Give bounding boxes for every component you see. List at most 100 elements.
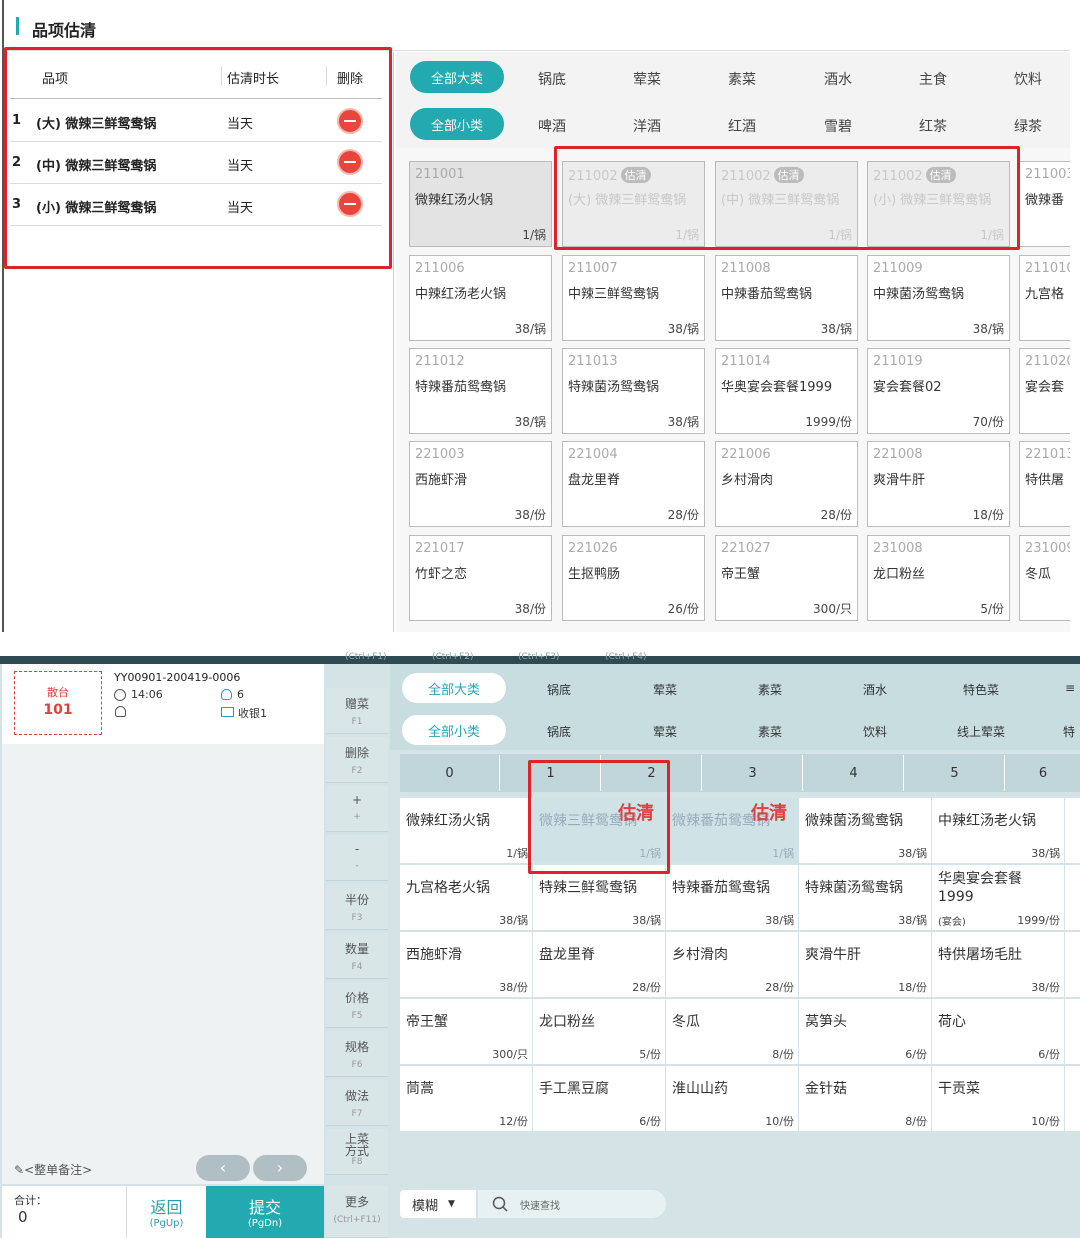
- menu-item-card[interactable]: 211010 九宫格: [1019, 255, 1070, 341]
- tab-all-big-categories[interactable]: 全部大类: [410, 61, 504, 93]
- menu-item-card[interactable]: 特辣三鲜鸳鸯锅 38/锅: [533, 865, 665, 930]
- cooking-method-button[interactable]: 做法 F7: [326, 1080, 388, 1126]
- number-key[interactable]: 0: [400, 755, 500, 791]
- tab-small-category[interactable]: 红酒: [712, 116, 772, 136]
- back-button[interactable]: 返回 (PgUp): [126, 1186, 206, 1238]
- menu-item-card[interactable]: 211003 微辣番: [1019, 161, 1070, 247]
- menu-item-card[interactable]: 金针菇 8/份: [799, 1066, 931, 1131]
- prev-page-button[interactable]: ‹: [196, 1155, 250, 1181]
- tab-big-category[interactable]: 锅底: [524, 681, 594, 698]
- menu-item-card[interactable]: 九宫格老火锅 38/锅: [400, 865, 532, 930]
- tab-small-category[interactable]: 荤菜: [630, 723, 700, 740]
- tab-big-category[interactable]: 酒水: [808, 69, 868, 89]
- number-key[interactable]: 4: [804, 755, 904, 791]
- menu-item-card[interactable]: 211008 中辣番茄鸳鸯锅 38/锅: [715, 255, 858, 341]
- serving-method-button[interactable]: 上菜方式 F8: [326, 1129, 388, 1175]
- tab-big-category[interactable]: 荤菜: [617, 69, 677, 89]
- menu-item-card[interactable]: 淮山山药 10/份: [666, 1066, 798, 1131]
- menu-item-card[interactable]: 221003 西施虾滑 38/份: [409, 441, 552, 527]
- next-page-button[interactable]: ›: [253, 1155, 307, 1181]
- tab-small-category[interactable]: 素菜: [735, 723, 805, 740]
- menu-item-card[interactable]: [1065, 932, 1080, 997]
- menu-item-card[interactable]: 211007 中辣三鲜鸳鸯锅 38/锅: [562, 255, 705, 341]
- menu-item-card[interactable]: [1065, 999, 1080, 1064]
- menu-item-card[interactable]: 211009 中辣菌汤鸳鸯锅 38/锅: [867, 255, 1010, 341]
- tab-big-category-more[interactable]: ≡: [1060, 681, 1080, 695]
- menu-item-card[interactable]: 手工黑豆腐 6/份: [533, 1066, 665, 1131]
- menu-item-card[interactable]: 231009 冬瓜: [1019, 535, 1070, 621]
- order-note[interactable]: ✎<整单备注>: [14, 1161, 92, 1178]
- menu-item-card[interactable]: 221008 爽滑牛肝 18/份: [867, 441, 1010, 527]
- tab-small-category[interactable]: 雪碧: [808, 116, 868, 136]
- menu-item-card[interactable]: 冬瓜 8/份: [666, 999, 798, 1064]
- menu-item-card[interactable]: 211006 中辣红汤老火锅 38/锅: [409, 255, 552, 341]
- menu-item-card[interactable]: 莴笋头 6/份: [799, 999, 931, 1064]
- menu-item-card[interactable]: 中辣红汤老火锅 38/锅: [932, 798, 1064, 863]
- menu-item-card[interactable]: 211012 特辣番茄鸳鸯锅 38/锅: [409, 348, 552, 434]
- menu-item-card[interactable]: 茼蒿 12/份: [400, 1066, 532, 1131]
- menu-item-card[interactable]: 干贡菜 10/份: [932, 1066, 1064, 1131]
- menu-item-card[interactable]: 211013 特辣菌汤鸳鸯锅 38/锅: [562, 348, 705, 434]
- tab-big-category[interactable]: 素菜: [735, 681, 805, 698]
- tab-small-category[interactable]: 红茶: [903, 116, 963, 136]
- tab-big-category[interactable]: 素菜: [712, 69, 772, 89]
- tab-big-category[interactable]: 荤菜: [630, 681, 700, 698]
- menu-item-card[interactable]: 龙口粉丝 5/份: [533, 999, 665, 1064]
- menu-item-card[interactable]: [1065, 798, 1080, 863]
- number-key[interactable]: 5: [905, 755, 1005, 791]
- spec-button[interactable]: 规格 F6: [326, 1031, 388, 1077]
- tab-small-category[interactable]: 洋酒: [617, 116, 677, 136]
- menu-item-card-estimated[interactable]: 微辣番茄鸳鸯锅 1/锅 估清: [666, 798, 798, 863]
- tab-big-category[interactable]: 主食: [903, 69, 963, 89]
- menu-item-card[interactable]: 特供屠场毛肚 38/份: [932, 932, 1064, 997]
- menu-item-card[interactable]: 荷心 6/份: [932, 999, 1064, 1064]
- menu-item-card[interactable]: 211001 微辣红汤火锅 1/锅: [409, 161, 552, 247]
- table-badge[interactable]: 散台 101: [14, 671, 102, 735]
- menu-item-card[interactable]: 221004 盘龙里脊 28/份: [562, 441, 705, 527]
- menu-item-card[interactable]: 盘龙里脊 28/份: [533, 932, 665, 997]
- menu-item-card[interactable]: 爽滑牛肝 18/份: [799, 932, 931, 997]
- menu-item-card[interactable]: 211014 华奥宴会套餐1999 1999/份: [715, 348, 858, 434]
- tab-small-category[interactable]: 饮料: [840, 723, 910, 740]
- tab-small-category[interactable]: 绿茶: [998, 116, 1058, 136]
- gift-button[interactable]: 赠菜 F1: [326, 688, 388, 734]
- menu-item-card[interactable]: 帝王蟹 300/只: [400, 999, 532, 1064]
- menu-item-card[interactable]: [1065, 1066, 1080, 1131]
- menu-item-card[interactable]: 微辣红汤火锅 1/锅: [400, 798, 532, 863]
- menu-item-card[interactable]: 231008 龙口粉丝 5/份: [867, 535, 1010, 621]
- tab-big-category[interactable]: 特色菜: [946, 681, 1016, 698]
- number-key[interactable]: 3: [703, 755, 803, 791]
- price-button[interactable]: 价格 F5: [326, 982, 388, 1028]
- tab-all-big-categories[interactable]: 全部大类: [402, 673, 506, 703]
- tab-small-category[interactable]: 特: [1058, 723, 1080, 740]
- menu-item-card[interactable]: 221017 竹虾之恋 38/份: [409, 535, 552, 621]
- menu-item-card[interactable]: 华奥宴会套餐1999 (宴会) 1999/份: [932, 865, 1064, 930]
- increase-button[interactable]: + +: [326, 786, 388, 832]
- menu-item-card[interactable]: 221027 帝王蟹 300/只: [715, 535, 858, 621]
- tab-big-category[interactable]: 饮料: [998, 69, 1058, 89]
- menu-item-card[interactable]: 221006 乡村滑肉 28/份: [715, 441, 858, 527]
- number-key[interactable]: 6: [1006, 755, 1080, 791]
- tab-small-category[interactable]: 锅底: [524, 723, 594, 740]
- tab-small-category[interactable]: 线上荤菜: [946, 723, 1016, 740]
- tab-small-category[interactable]: 啤酒: [522, 116, 582, 136]
- menu-item-card[interactable]: 特辣番茄鸳鸯锅 38/锅: [666, 865, 798, 930]
- menu-item-card[interactable]: 211019 宴会套餐02 70/份: [867, 348, 1010, 434]
- menu-item-card[interactable]: 221026 生抠鸭肠 26/份: [562, 535, 705, 621]
- tab-all-small-categories[interactable]: 全部小类: [402, 715, 506, 745]
- menu-item-card[interactable]: 微辣菌汤鸳鸯锅 38/锅: [799, 798, 931, 863]
- tab-all-small-categories[interactable]: 全部小类: [410, 108, 504, 140]
- menu-item-card[interactable]: [1065, 865, 1080, 930]
- menu-item-card[interactable]: 211020 宴会套: [1019, 348, 1070, 434]
- quantity-button[interactable]: 数量 F4: [326, 933, 388, 979]
- more-button[interactable]: 更多 (Ctrl+F11): [326, 1186, 388, 1238]
- menu-item-card[interactable]: 221013 特供屠: [1019, 441, 1070, 527]
- submit-button[interactable]: 提交 (PgDn): [206, 1186, 324, 1238]
- menu-item-card[interactable]: 特辣菌汤鸳鸯锅 38/锅: [799, 865, 931, 930]
- decrease-button[interactable]: --: [326, 835, 388, 881]
- tab-big-category[interactable]: 酒水: [840, 681, 910, 698]
- menu-item-card[interactable]: 西施虾滑 38/份: [400, 932, 532, 997]
- search-input[interactable]: 快速查找: [478, 1190, 666, 1218]
- delete-button[interactable]: 删除 F2: [326, 737, 388, 783]
- search-mode-select[interactable]: 模糊 ▼: [400, 1190, 476, 1218]
